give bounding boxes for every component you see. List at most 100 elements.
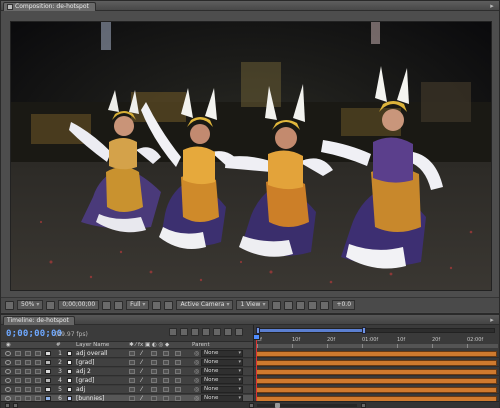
visibility-eye-icon[interactable]	[5, 387, 11, 392]
adjustment-switch-icon[interactable]	[163, 378, 169, 383]
snapshot-icon[interactable]	[102, 300, 112, 310]
view-layout-dropdown[interactable]: 1 View ▾	[236, 300, 270, 310]
visibility-eye-icon[interactable]	[5, 360, 11, 365]
playhead-handle[interactable]	[253, 334, 260, 340]
label-color-swatch[interactable]	[45, 351, 51, 356]
effect-switch-icon[interactable]	[151, 360, 157, 365]
time-navigator-range[interactable]	[258, 329, 364, 332]
shy-switch-icon[interactable]	[129, 369, 135, 374]
current-time-indicator[interactable]	[253, 334, 260, 408]
fast-preview-icon[interactable]	[284, 300, 294, 310]
shy-switch-icon[interactable]	[129, 360, 135, 365]
visibility-eye-icon[interactable]	[5, 369, 11, 374]
layer-track[interactable]	[254, 359, 500, 367]
flowchart-icon[interactable]	[308, 300, 318, 310]
pick-whip-icon[interactable]: ◎	[194, 377, 199, 384]
current-time-readout[interactable]: 0;00;00;00	[6, 329, 62, 339]
lock-icon[interactable]	[25, 360, 31, 365]
shy-switch-icon[interactable]	[129, 387, 135, 392]
parent-dropdown[interactable]: None ▾	[201, 350, 243, 357]
panel-menu-icon[interactable]: ▸	[487, 315, 497, 325]
layer-row[interactable]: 1 adj overall ⁄ ◎ None ▾	[1, 350, 253, 358]
twirl-arrow-icon[interactable]	[35, 378, 41, 383]
effect-switch-icon[interactable]	[151, 378, 157, 383]
region-of-interest-icon[interactable]	[152, 300, 162, 310]
3d-layer-switch-icon[interactable]	[175, 351, 181, 356]
layer-name[interactable]: [grad]	[76, 359, 94, 366]
layer-name[interactable]: adj	[76, 386, 85, 393]
adjustment-switch-icon[interactable]	[163, 360, 169, 365]
quality-switch-icon[interactable]: ⁄	[141, 359, 142, 366]
quality-switch-icon[interactable]: ⁄	[141, 386, 142, 393]
layer-row[interactable]: 3 adj 2 ⁄ ◎ None ▾	[1, 368, 253, 376]
timeline-track-area[interactable]: 0f 10f 20f 01:00f 10f 20f 02:00f	[253, 325, 500, 408]
camera-view-dropdown[interactable]: Active Camera ▾	[176, 300, 234, 310]
time-ruler[interactable]: 0f 10f 20f 01:00f 10f 20f 02:00f	[254, 325, 500, 349]
layer-name[interactable]: [grad]	[76, 377, 94, 384]
quality-switch-icon[interactable]: ⁄	[141, 350, 142, 357]
3d-layer-switch-icon[interactable]	[175, 360, 181, 365]
exposure-icon[interactable]	[320, 300, 330, 310]
effect-switch-icon[interactable]	[151, 387, 157, 392]
frame-blending-icon[interactable]	[202, 328, 210, 336]
layer-name[interactable]: adj overall	[76, 350, 107, 357]
quality-switch-icon[interactable]: ⁄	[141, 368, 142, 375]
label-color-swatch[interactable]	[45, 369, 51, 374]
lock-icon[interactable]	[25, 378, 31, 383]
solo-icon[interactable]	[15, 360, 21, 365]
label-color-swatch[interactable]	[45, 360, 51, 365]
zoom-slider-thumb[interactable]	[275, 403, 280, 408]
pick-whip-icon[interactable]: ◎	[194, 386, 199, 393]
toggle-switches-icon[interactable]	[5, 403, 10, 408]
navigator-end-handle[interactable]	[362, 327, 366, 334]
layer-row[interactable]: 5 adj ⁄ ◎ None ▾	[1, 386, 253, 394]
graph-editor-icon[interactable]	[235, 328, 243, 336]
twirl-arrow-icon[interactable]	[35, 351, 41, 356]
layer-duration-bar[interactable]	[256, 378, 497, 384]
solo-icon[interactable]	[15, 351, 21, 356]
grid-icon[interactable]	[46, 300, 56, 310]
live-update-icon[interactable]	[169, 328, 177, 336]
pick-whip-icon[interactable]: ◎	[194, 350, 199, 357]
layer-name-header[interactable]: Layer Name	[76, 342, 109, 348]
layer-track[interactable]	[254, 350, 500, 358]
parent-dropdown[interactable]: None ▾	[201, 368, 243, 375]
motion-blur-icon[interactable]	[213, 328, 221, 336]
effect-switch-icon[interactable]	[151, 351, 157, 356]
zoom-out-icon[interactable]	[249, 403, 254, 408]
twirl-arrow-icon[interactable]	[35, 387, 41, 392]
timeline-tab[interactable]: Timeline: de-hotspot	[3, 316, 75, 325]
composition-tab[interactable]: Composition: de-hotspot	[3, 2, 96, 11]
3d-layer-switch-icon[interactable]	[175, 378, 181, 383]
adjustment-switch-icon[interactable]	[163, 351, 169, 356]
resolution-dropdown[interactable]: Full ▾	[126, 300, 150, 310]
zoom-in-icon[interactable]	[361, 403, 366, 408]
adjustment-switch-icon[interactable]	[163, 387, 169, 392]
twirl-arrow-icon[interactable]	[35, 369, 41, 374]
always-preview-icon[interactable]	[5, 300, 14, 310]
transparency-grid-icon[interactable]	[164, 300, 174, 310]
magnification-dropdown[interactable]: 50% ▾	[17, 300, 44, 310]
parent-dropdown[interactable]: None ▾	[201, 359, 243, 366]
shy-switch-icon[interactable]	[129, 351, 135, 356]
quality-switch-icon[interactable]: ⁄	[141, 377, 142, 384]
effect-switch-icon[interactable]	[151, 369, 157, 374]
timeline-zoom-slider[interactable]	[257, 403, 357, 408]
shy-switch-icon[interactable]	[129, 378, 135, 383]
pick-whip-icon[interactable]: ◎	[194, 368, 199, 375]
pick-whip-icon[interactable]: ◎	[194, 359, 199, 366]
draft-3d-icon[interactable]	[180, 328, 188, 336]
brainstorm-icon[interactable]	[224, 328, 232, 336]
shy-icon[interactable]	[191, 328, 199, 336]
label-color-swatch[interactable]	[45, 378, 51, 383]
twirl-arrow-icon[interactable]	[35, 360, 41, 365]
lock-icon[interactable]	[25, 369, 31, 374]
exposure-field[interactable]: +0.0	[332, 300, 356, 310]
adjustment-switch-icon[interactable]	[163, 369, 169, 374]
3d-layer-switch-icon[interactable]	[175, 387, 181, 392]
solo-icon[interactable]	[15, 378, 21, 383]
3d-layer-switch-icon[interactable]	[175, 369, 181, 374]
label-color-swatch[interactable]	[45, 387, 51, 392]
lock-icon[interactable]	[25, 351, 31, 356]
parent-dropdown[interactable]: None ▾	[201, 377, 243, 384]
